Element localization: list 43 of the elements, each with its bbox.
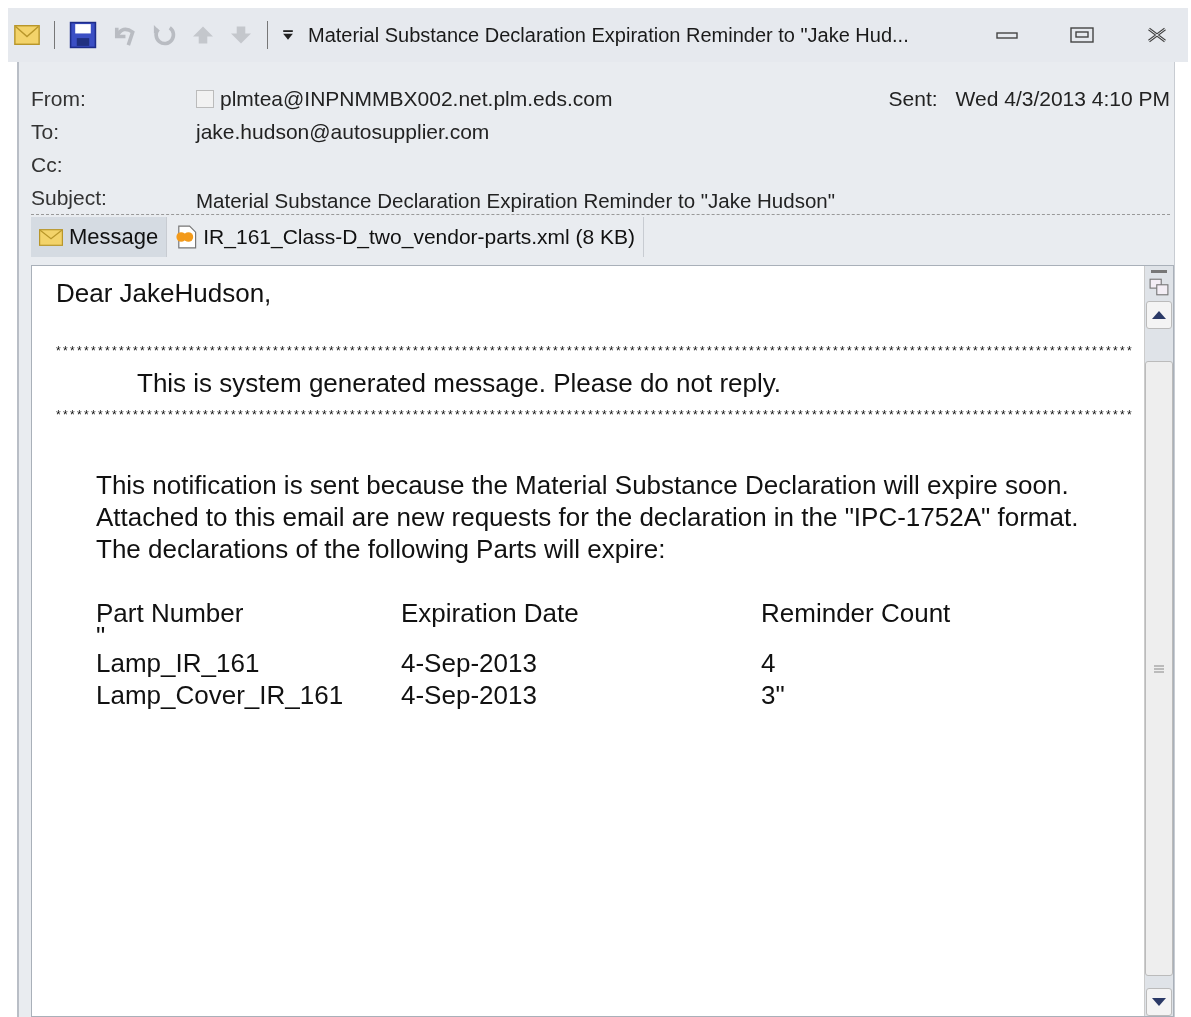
message-tab[interactable]: Message <box>31 217 168 257</box>
split-handle[interactable] <box>1151 270 1167 273</box>
minimize-icon[interactable] <box>996 30 1018 40</box>
table-cell-text: Lamp_Cover_IR_161 <box>96 679 345 711</box>
envelope-icon[interactable] <box>14 25 40 45</box>
notification-paragraph: This notification is sent because the Material Substance Declaration will expire soon. Attached to this email are new requests for the declaration in the "IPC-1752A" format. The declarations of the following Parts will expire: <box>96 469 1080 565</box>
envelope-icon <box>39 228 63 246</box>
presence-icon <box>196 89 214 108</box>
column-heading: Expiration Date <box>401 597 580 629</box>
restore-icon[interactable] <box>1070 27 1094 43</box>
grip-icon <box>1154 664 1164 673</box>
xml-file-icon <box>175 225 198 249</box>
recipient-address: jake.hudson@autosupplier.com <box>196 119 490 144</box>
cc-label: Cc: <box>31 152 64 177</box>
sent-date: Wed 4/3/2013 4:10 PM <box>955 86 1170 111</box>
customize-menu-icon[interactable] <box>282 29 294 41</box>
asterisk-rule: ********************************************************************************************************************************************************** <box>56 407 1135 423</box>
table-cell-text: 4 <box>761 647 777 679</box>
scroll-down-button[interactable] <box>1146 988 1172 1016</box>
subject-text: Material Substance Declaration Expiration Reminder to "Jake Hudson" <box>196 188 835 213</box>
resize-icon[interactable] <box>1149 277 1169 297</box>
sent-label: Sent: <box>888 86 938 111</box>
close-icon[interactable] <box>1146 27 1168 43</box>
down-triangle-icon <box>1152 998 1166 1006</box>
redo-icon[interactable] <box>151 22 177 48</box>
to-label: To: <box>31 119 60 144</box>
subject-label: Subject: <box>31 185 108 210</box>
window-title: Material Substance Declaration Expiration Reminder to "Jake Hud... <box>308 23 910 47</box>
column-heading: Reminder Count <box>761 597 952 629</box>
table-cell-text: 3" <box>761 679 786 711</box>
scroll-up-button[interactable] <box>1146 301 1172 329</box>
from-label: From: <box>31 86 87 111</box>
attachment-tab[interactable]: IR_161_Class-D_two_vendor-parts.xml (8 KB) <box>167 217 645 257</box>
save-icon[interactable] <box>69 21 97 49</box>
table-cell-text: 4-Sep-2013 <box>401 679 538 711</box>
scroll-thumb[interactable] <box>1145 361 1173 976</box>
up-triangle-icon <box>1152 311 1166 319</box>
greeting: Dear JakeHudson, <box>56 277 273 310</box>
table-cell-text: 4-Sep-2013 <box>401 647 538 679</box>
scroll-bar[interactable] <box>1144 266 1173 1016</box>
notice-text: This is system generated message. Please do not reply. <box>136 367 783 400</box>
sender-address: plmtea@INPNMMBX002.net.plm.eds.com <box>220 86 613 111</box>
asterisk-rule: ********************************************************************************************************************************************************** <box>56 343 1135 359</box>
